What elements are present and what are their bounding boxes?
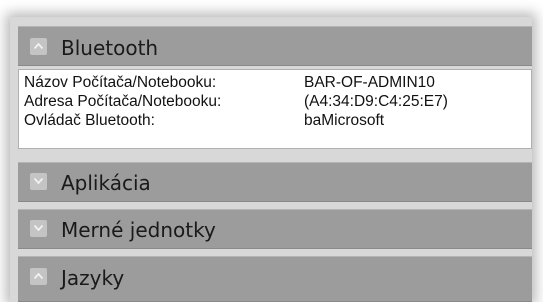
section-title-merne-jednotky: Merné jednotky (61, 218, 216, 242)
detail-row: Názov Počítača/Notebooku: BAR-OF-ADMIN10 (24, 73, 529, 92)
detail-label-computer-name: Názov Počítača/Notebooku: (24, 74, 217, 91)
detail-value-bluetooth-driver: baMicrosoft (304, 112, 385, 129)
detail-label-computer-address: Adresa Počítača/Notebooku: (24, 93, 222, 110)
chevron-down-icon[interactable] (30, 220, 47, 237)
chevron-down-icon[interactable] (30, 173, 47, 190)
section-header-jazyky[interactable]: Jazyky (18, 256, 532, 302)
chevron-up-icon[interactable] (30, 38, 47, 55)
bluetooth-details: Názov Počítača/Notebooku: BAR-OF-ADMIN10… (18, 69, 532, 149)
section-header-aplikacia[interactable]: Aplikácia (18, 162, 532, 202)
settings-panel: Bluetooth Názov Počítača/Notebooku: BAR-… (10, 17, 532, 302)
section-header-merne-jednotky[interactable]: Merné jednotky (18, 209, 532, 249)
detail-value-computer-address: (A4:34:D9:C4:25:E7) (304, 93, 448, 110)
section-title-bluetooth: Bluetooth (61, 36, 159, 60)
section-title-jazyky: Jazyky (61, 266, 125, 290)
detail-row: Adresa Počítača/Notebooku: (A4:34:D9:C4:… (24, 92, 529, 111)
chevron-up-icon[interactable] (30, 268, 47, 285)
detail-value-computer-name: BAR-OF-ADMIN10 (304, 74, 435, 91)
section-title-aplikacia: Aplikácia (61, 171, 151, 195)
section-header-bluetooth[interactable]: Bluetooth (18, 26, 532, 66)
detail-label-bluetooth-driver: Ovládač Bluetooth: (24, 112, 155, 129)
detail-row: Ovládač Bluetooth: baMicrosoft (24, 111, 529, 130)
